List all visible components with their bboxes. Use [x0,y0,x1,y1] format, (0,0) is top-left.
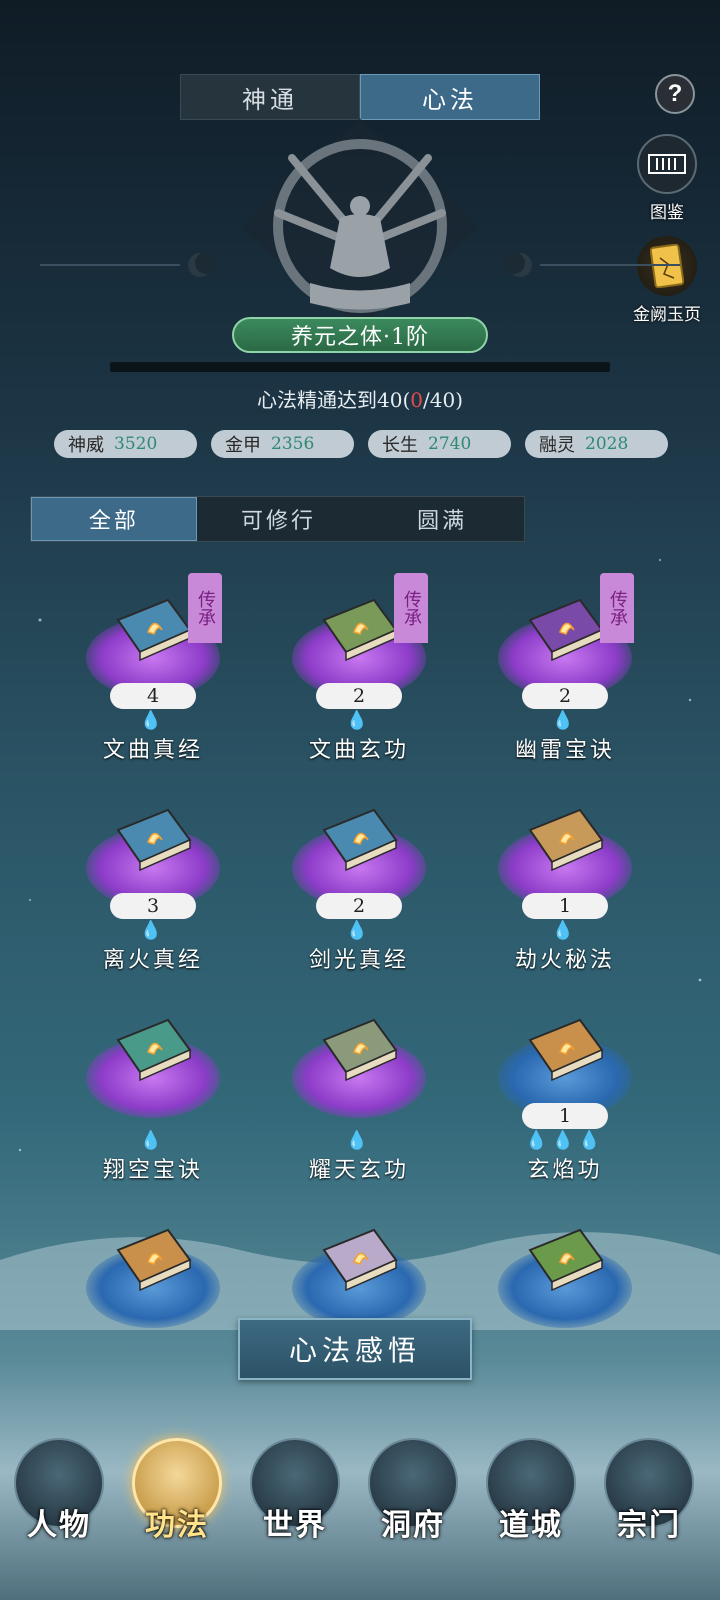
tab-shentong[interactable]: 神通 [180,74,360,120]
skill-book-icon [322,1018,398,1082]
rank-title-bar: 养元之体·1阶 [232,317,488,353]
golden-page-label: 金阙玉页 [633,305,701,325]
inheritance-tag: 传承 [188,573,222,643]
skill-card[interactable]: 传承 2 💧 幽雷宝诀 [460,570,670,780]
skill-count: 1 [522,1103,608,1129]
stats-row: 神威 3520 金甲 2356 长生 2740 融灵 2028 [54,430,668,458]
skill-card[interactable]: 💧 翔空宝诀 [48,990,258,1200]
skill-card[interactable] [48,1200,258,1410]
right-moon-ornament [503,252,680,277]
essence-drop-icon: 💧 [551,920,579,941]
skill-count: 4 [110,683,196,709]
stat-label: 金甲 [225,435,261,456]
skill-card[interactable]: 传承 4 💧 文曲真经 [48,570,258,780]
stat-label: 长生 [382,435,418,456]
nav-label: 功法 [145,1508,209,1543]
skill-book-icon [116,598,192,662]
inheritance-tag: 传承 [394,573,428,643]
skill-card[interactable]: 传承 2 💧 文曲玄功 [254,570,464,780]
skill-name: 玄焰功 [527,1158,603,1183]
essence-drop-icon: 💧 [139,920,167,941]
skill-name: 离火真经 [102,948,203,973]
skill-count: 1 [522,893,608,919]
skill-name: 幽雷宝诀 [514,738,615,763]
essence-drop-icon: 💧 [139,710,167,731]
essence-drop-icon: 💧 [345,710,373,731]
stat-shenwei: 神威 3520 [54,430,197,458]
skill-name: 文曲真经 [102,738,203,763]
stat-value: 2028 [585,434,629,454]
skill-card[interactable]: 2 💧 剑光真经 [254,780,464,990]
stat-value: 2356 [271,434,315,454]
filter-tab-cultivable[interactable]: 可修行 [197,497,361,541]
stat-rongling: 融灵 2028 [525,430,668,458]
skill-count: 3 [110,893,196,919]
nav-item-2[interactable]: 世界 [240,1430,350,1550]
stat-value: 2740 [428,434,472,454]
skill-book-icon [116,1018,192,1082]
catalog-label: 图鉴 [650,203,684,223]
mastery-prefix: 心法精通达到40( [257,388,411,412]
skill-book-icon [322,808,398,872]
skill-book-icon [528,808,604,872]
cultivation-emblem [240,118,480,328]
stat-jinjia: 金甲 2356 [211,430,354,458]
essence-drop-icon: 💧 [139,1130,167,1151]
nav-item-0[interactable]: 人物 [4,1430,114,1550]
tab-xinfa[interactable]: 心法 [360,74,540,120]
skill-count: 2 [316,683,402,709]
nav-item-3[interactable]: 洞府 [358,1430,468,1550]
skill-name: 翔空宝诀 [102,1158,203,1183]
skill-name: 文曲玄功 [308,738,409,763]
skill-card[interactable]: 3 💧 离火真经 [48,780,258,990]
mastery-progress-bar [110,362,610,372]
skill-count: 2 [316,893,402,919]
filter-tab-all[interactable]: 全部 [31,497,197,541]
help-button[interactable]: ? [655,74,695,114]
nav-item-1[interactable]: 功法 [122,1430,232,1550]
essence-drop-icon: 💧💧💧 [525,1130,605,1151]
skill-card[interactable]: 💧 耀天玄功 [254,990,464,1200]
skill-card[interactable]: 1 💧 劫火秘法 [460,780,670,990]
skill-name: 剑光真经 [308,948,409,973]
skill-name: 劫火秘法 [514,948,615,973]
nav-label: 世界 [263,1508,327,1543]
filter-tab-bar: 全部 可修行 圆满 [30,496,525,542]
skill-book-icon [528,1228,604,1292]
nav-item-4[interactable]: 道城 [476,1430,586,1550]
nav-label: 人物 [27,1508,91,1543]
catalog-icon [637,134,697,194]
inheritance-tag: 传承 [600,573,634,643]
comprehend-button[interactable]: 心法感悟 [238,1318,472,1380]
nav-label: 宗门 [617,1508,681,1543]
skill-book-icon [116,1228,192,1292]
bottom-nav-bar: 人物 功法 世界 洞府 道城 宗门 [0,1430,720,1600]
stat-changsheng: 长生 2740 [368,430,511,458]
stat-label: 神威 [68,435,104,456]
mastery-text: 心法精通达到40(0/40) [0,384,720,413]
stat-label: 融灵 [539,435,575,456]
skill-book-icon [528,1018,604,1082]
skill-name: 耀天玄功 [308,1158,409,1183]
skill-card[interactable]: 1 💧💧💧 玄焰功 [460,990,670,1200]
essence-drop-icon: 💧 [345,920,373,941]
nav-item-5[interactable]: 宗门 [594,1430,704,1550]
essence-drop-icon: 💧 [345,1130,373,1151]
skill-book-icon [322,598,398,662]
mastery-suffix: /40) [423,388,463,412]
top-tab-bar: 神通 心法 [180,74,540,120]
mastery-current: 0 [410,388,423,412]
nav-label: 道城 [499,1508,563,1543]
skill-book-icon [322,1228,398,1292]
filter-tab-complete[interactable]: 圆满 [360,497,524,541]
skill-book-icon [116,808,192,872]
left-moon-ornament [40,252,217,277]
skill-book-icon [528,598,604,662]
nav-label: 洞府 [381,1508,445,1543]
catalog-button[interactable]: 图鉴 [622,134,712,223]
stat-value: 3520 [114,434,158,454]
skill-card[interactable] [460,1200,670,1410]
essence-drop-icon: 💧 [551,710,579,731]
skill-count: 2 [522,683,608,709]
